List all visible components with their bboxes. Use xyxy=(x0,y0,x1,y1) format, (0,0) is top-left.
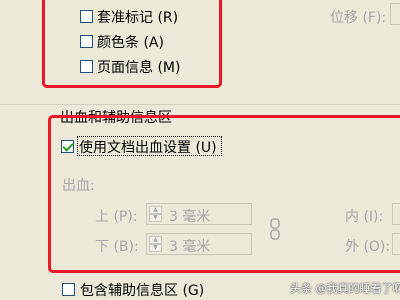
bleed-highlight-box xyxy=(48,115,400,273)
include-slug-label: 包含辅助信息区 (G) xyxy=(80,283,205,299)
include-slug-checkbox[interactable] xyxy=(62,283,75,296)
offset-field[interactable] xyxy=(390,3,400,25)
marks-highlight-box xyxy=(42,0,222,88)
offset-label: 位移 (F): xyxy=(330,10,387,26)
watermark-text: 头条 @我真的睡着了啊 xyxy=(290,282,400,295)
group-divider xyxy=(0,104,400,105)
